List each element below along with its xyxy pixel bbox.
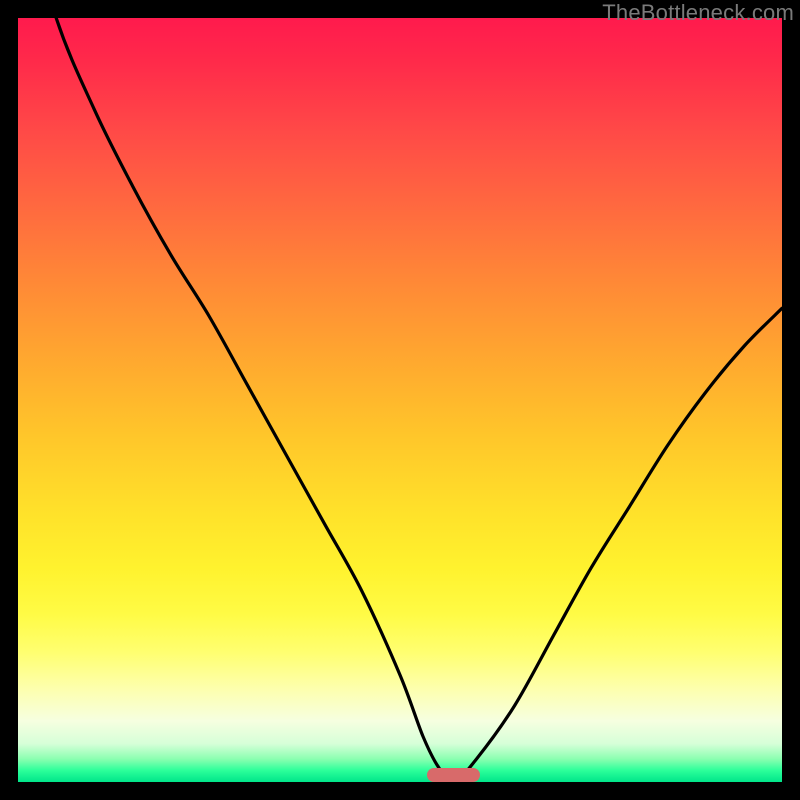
optimal-marker <box>427 768 480 782</box>
plot-area <box>18 18 782 782</box>
watermark-text: TheBottleneck.com <box>602 0 794 26</box>
bottleneck-curve <box>18 18 782 782</box>
chart-frame: TheBottleneck.com <box>0 0 800 800</box>
